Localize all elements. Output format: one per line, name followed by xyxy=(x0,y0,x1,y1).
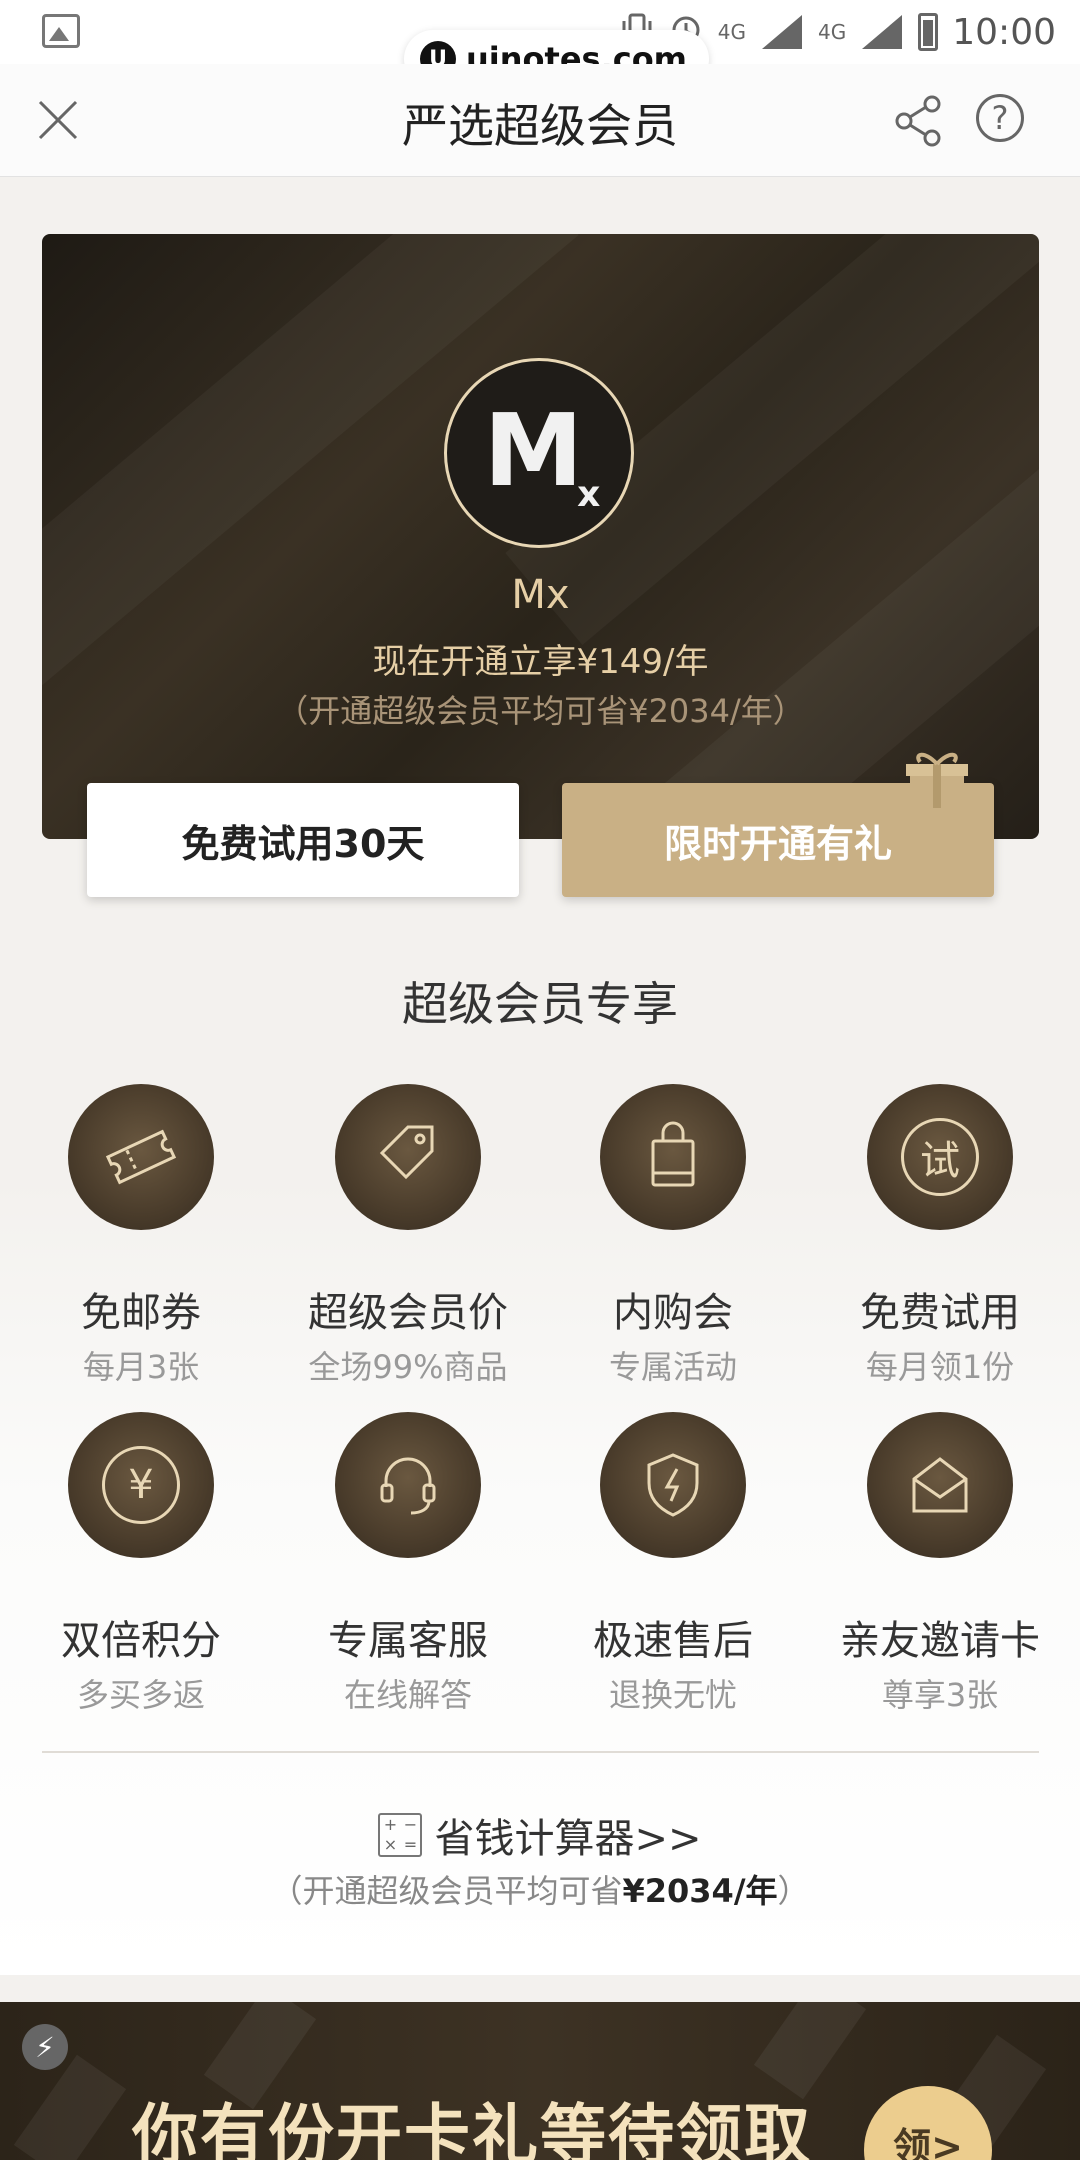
avatar-logo: Mx xyxy=(483,391,601,515)
savings-note: （开通超级会员平均可省¥2034/年） xyxy=(276,692,805,730)
gift-banner[interactable]: ⚡ 你有份开卡礼等待领取 领> xyxy=(0,2002,1080,2160)
benefit-member-price[interactable]: 超级会员价 全场99%商品 xyxy=(273,1084,543,1388)
benefit-invite-card[interactable]: 亲友邀请卡 尊享3张 xyxy=(805,1412,1075,1716)
benefit-internal-sale[interactable]: 内购会 专属活动 xyxy=(538,1084,808,1388)
status-time: 10:00 xyxy=(952,11,1056,53)
battery-icon xyxy=(918,13,939,51)
member-name: Mx xyxy=(511,572,570,618)
benefit-title: 专属客服 xyxy=(328,1618,488,1664)
benefit-subtitle: 多买多返 xyxy=(76,1676,205,1714)
calculator-label: 省钱计算器>> xyxy=(434,1816,702,1862)
ticket-icon xyxy=(68,1084,214,1230)
shopping-bag-icon xyxy=(600,1084,746,1230)
envelope-icon xyxy=(867,1412,1013,1558)
benefit-subtitle: 尊享3张 xyxy=(881,1676,999,1714)
benefit-title: 亲友邀请卡 xyxy=(840,1618,1040,1664)
benefit-title: 免费试用 xyxy=(860,1290,1020,1336)
price-offer: 现在开通立享¥149/年 xyxy=(372,642,709,682)
gallery-notification-icon xyxy=(42,14,80,48)
benefit-fast-after-sales[interactable]: 极速售后 退换无忧 xyxy=(538,1412,808,1716)
banner-decoration xyxy=(13,2054,127,2160)
benefit-free-trial[interactable]: 试 免费试用 每月领1份 xyxy=(805,1084,1075,1388)
membership-card: Mx Mx 现在开通立享¥149/年 （开通超级会员平均可省¥2034/年） xyxy=(42,234,1039,839)
calculator-icon: + − × = xyxy=(378,1813,423,1857)
benefit-subtitle: 全场99%商品 xyxy=(308,1348,508,1386)
benefit-title: 超级会员价 xyxy=(308,1290,508,1336)
share-icon[interactable] xyxy=(892,94,946,148)
benefit-title: 内购会 xyxy=(613,1290,733,1336)
benefit-title: 免邮券 xyxy=(81,1290,201,1336)
gift-icon xyxy=(904,748,970,810)
headset-icon xyxy=(335,1412,481,1558)
calculator-savings-note: （开通超级会员平均可省¥2034/年） xyxy=(270,1872,810,1910)
benefit-subtitle: 在线解答 xyxy=(343,1676,472,1714)
benefit-title: 极速售后 xyxy=(593,1618,753,1664)
benefit-subtitle: 退换无忧 xyxy=(608,1676,737,1714)
yen-coin-icon: ¥ xyxy=(68,1412,214,1558)
savings-calculator-link[interactable]: + − × = 省钱计算器>> xyxy=(0,1806,1080,1864)
trial-icon: 试 xyxy=(867,1084,1013,1230)
shield-bolt-icon xyxy=(600,1412,746,1558)
signal-icon xyxy=(760,13,804,51)
lightning-icon: ⚡ xyxy=(22,2024,68,2070)
benefit-free-shipping[interactable]: 免邮券 每月3张 xyxy=(6,1084,276,1388)
price-tag-icon xyxy=(335,1084,481,1230)
benefit-customer-service[interactable]: 专属客服 在线解答 xyxy=(273,1412,543,1716)
benefit-title: 双倍积分 xyxy=(61,1618,221,1664)
signal-icon-2 xyxy=(860,13,904,51)
network-type-1: 4G xyxy=(717,20,747,44)
benefit-double-points[interactable]: ¥ 双倍积分 多买多返 xyxy=(6,1412,276,1716)
avatar: Mx xyxy=(444,358,634,548)
network-type-2: 4G xyxy=(818,20,847,44)
banner-text: 你有份开卡礼等待领取 xyxy=(132,2097,812,2160)
benefits-title: 超级会员专享 xyxy=(402,977,678,1031)
benefit-subtitle: 每月领1份 xyxy=(865,1348,1015,1386)
help-icon[interactable]: ? xyxy=(976,94,1024,142)
navigation-bar: 严选超级会员 ? xyxy=(0,64,1080,177)
divider xyxy=(42,1751,1039,1753)
benefit-subtitle: 每月3张 xyxy=(82,1348,200,1386)
benefit-subtitle: 专属活动 xyxy=(608,1348,737,1386)
close-icon[interactable] xyxy=(36,98,80,142)
free-trial-button[interactable]: 免费试用30天 xyxy=(87,783,519,897)
